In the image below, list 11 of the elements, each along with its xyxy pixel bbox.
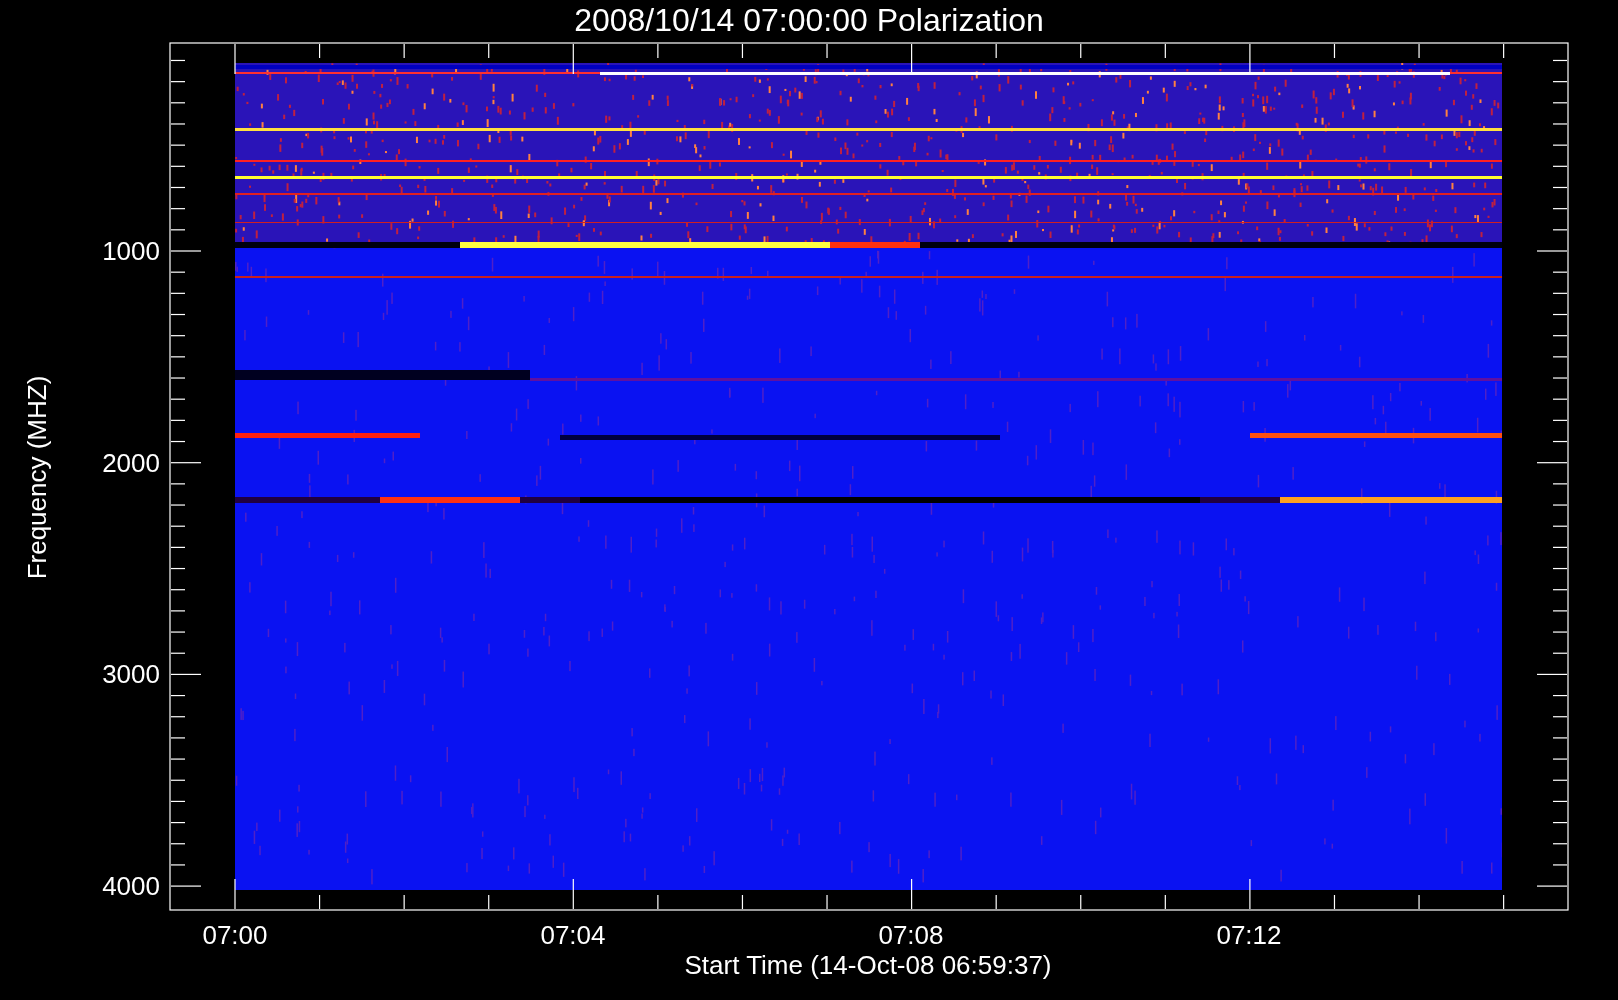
chart-title: 2008/10/14 07:00:00 Polarization	[574, 2, 1044, 38]
y-tick-label: 2000	[102, 447, 160, 478]
x-tick-label: 07:04	[539, 920, 607, 950]
x-tick-label: 07:00	[201, 920, 269, 950]
y-tick-label: 3000	[102, 659, 160, 690]
y-tick-label: 4000	[102, 870, 160, 901]
x-tick-label: 07:08	[877, 920, 945, 950]
x-tick-label: 07:12	[1215, 920, 1283, 950]
x-axis-label: Start Time (14-Oct-08 06:59:37)	[684, 950, 1052, 980]
y-tick-label: 1000	[102, 236, 160, 266]
y-axis-label: Frequency (MHZ)	[21, 375, 53, 580]
